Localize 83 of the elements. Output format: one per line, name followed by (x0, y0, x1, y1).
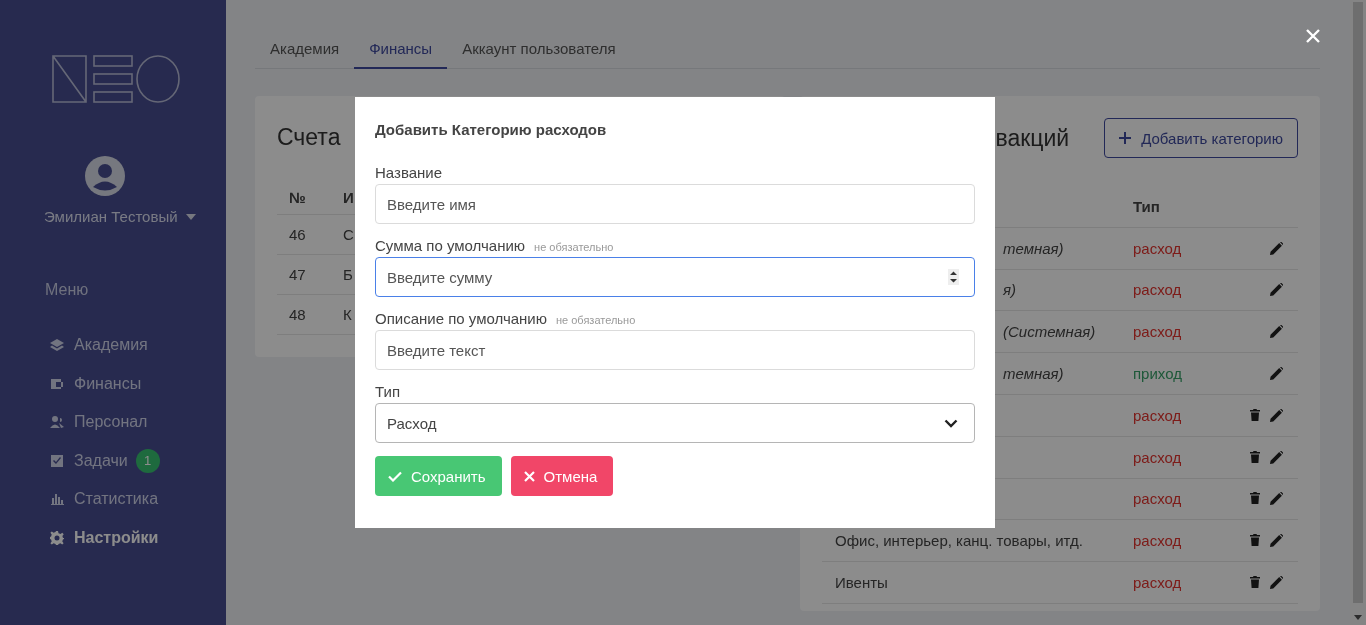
tab[interactable]: Аккаунт пользователя (447, 30, 631, 69)
table-cell: 46 (277, 214, 331, 255)
optional-hint: не обязательно (534, 241, 614, 253)
menu-item[interactable]: Настройки (0, 518, 226, 557)
menu-label: Финансы (74, 374, 142, 393)
card-title: вакций (995, 124, 1070, 152)
pencil-icon[interactable] (1270, 408, 1283, 422)
plus-icon (1119, 132, 1132, 144)
text-field[interactable]: Введите имя (375, 184, 975, 224)
trash-icon[interactable] (1250, 408, 1260, 421)
menu-heading: Меню (45, 281, 90, 299)
table-cell: (Системная) (1003, 323, 1096, 341)
field-label: Название (375, 164, 443, 181)
menu-icon (50, 415, 64, 430)
check-icon (388, 470, 402, 482)
type-label: расход (1133, 239, 1182, 257)
menu-item[interactable]: Статистика (0, 480, 226, 519)
avatar-icon (85, 156, 125, 196)
type-label: расход (1133, 532, 1182, 550)
type-label: расход (1133, 281, 1182, 299)
pencil-icon[interactable] (1270, 325, 1283, 339)
modal-title: Добавить Категорию расходов (375, 121, 608, 138)
optional-hint: не обязательно (555, 314, 636, 326)
menu-label: Настройки (74, 528, 159, 547)
field-label: Сумма по умолчанию (375, 237, 526, 254)
card-title: Счета (277, 124, 341, 151)
table-cell: Офис, интерьер, канц. товары, итд. (835, 532, 1083, 550)
menu-label: Задачи (74, 451, 128, 470)
menu-item[interactable]: Персонал (0, 403, 226, 442)
menu-icon (50, 453, 64, 468)
pencil-icon[interactable] (1270, 576, 1283, 590)
menu-icon (50, 376, 64, 391)
type-label: расход (1133, 406, 1182, 424)
save-button[interactable]: Сохранить (375, 456, 502, 496)
pencil-icon[interactable] (1270, 367, 1283, 381)
count-badge: 1 (135, 448, 160, 473)
table-cell: темная) (1003, 365, 1064, 383)
close-icon[interactable] (1306, 29, 1320, 43)
column-header: № (277, 181, 331, 215)
pencil-icon[interactable] (1270, 450, 1283, 464)
menu-icon (50, 492, 64, 507)
close-icon (523, 470, 535, 482)
pencil-icon[interactable] (1270, 241, 1283, 255)
type-label: расход (1133, 574, 1182, 592)
menu-icon (50, 530, 64, 545)
spinner-icon[interactable] (948, 269, 959, 285)
cancel-button[interactable]: Отмена (510, 456, 614, 496)
table-cell: 47 (277, 254, 331, 295)
table-cell: темная) (1003, 239, 1064, 257)
table-cell: 48 (277, 294, 331, 335)
type-select[interactable]: Расход (375, 403, 975, 443)
pencil-icon[interactable] (1270, 534, 1283, 548)
text-field[interactable]: Введите текст (375, 330, 975, 370)
column-header: Тип (1133, 197, 1161, 215)
tab[interactable]: Финансы (354, 30, 448, 69)
type-label: расход (1133, 490, 1182, 508)
menu-label: Статистика (74, 490, 159, 509)
type-label: расход (1133, 448, 1182, 466)
pencil-icon[interactable] (1270, 492, 1283, 506)
type-label: расход (1133, 323, 1182, 341)
chevron-down-icon (944, 418, 958, 428)
caret-icon (185, 213, 196, 220)
add-category-button[interactable]: Добавить категорию (1104, 118, 1298, 158)
scroll-down-icon[interactable] (1354, 615, 1362, 620)
menu-icon (50, 338, 64, 353)
trash-icon[interactable] (1250, 576, 1260, 589)
trash-icon[interactable] (1250, 492, 1260, 505)
menu-item[interactable]: Задачи 1 (0, 441, 226, 480)
trash-icon[interactable] (1250, 534, 1260, 547)
table-cell: я) (1003, 281, 1016, 299)
type-label: приход (1133, 365, 1182, 383)
pencil-icon[interactable] (1270, 283, 1283, 297)
user-menu[interactable]: Эмилиан Тестовый (44, 208, 196, 225)
menu-item[interactable]: Академия (0, 326, 226, 365)
trash-icon[interactable] (1250, 450, 1260, 463)
field-label: Описание по умолчанию (375, 310, 547, 327)
menu-label: Персонал (74, 413, 148, 432)
menu-item[interactable]: Финансы (0, 364, 226, 403)
amount-field[interactable]: Введите сумму (375, 257, 975, 297)
table-cell: Ивенты (835, 574, 888, 592)
tab[interactable]: Академия (255, 30, 355, 69)
menu-label: Академия (74, 336, 148, 355)
field-label: Тип (375, 383, 400, 400)
